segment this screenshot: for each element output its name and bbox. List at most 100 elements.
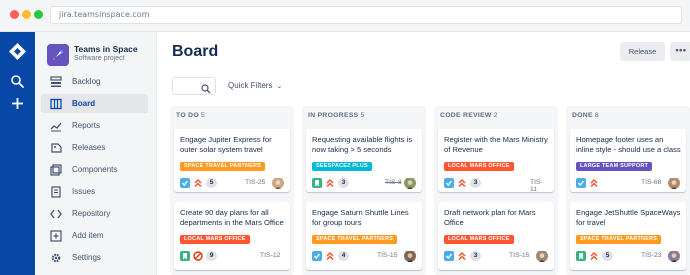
assignee-avatar[interactable] <box>404 250 416 262</box>
story-points-badge: 4 <box>338 251 349 261</box>
sidebar-item-settings[interactable]: Settings <box>41 248 148 267</box>
reports-icon <box>50 120 62 132</box>
assignee-avatar[interactable] <box>404 177 416 189</box>
column-header: TO DO 5 <box>176 112 205 119</box>
priority-high-icon <box>457 251 467 261</box>
sidebar-item-label: Backlog <box>72 77 101 86</box>
board-icon <box>50 98 62 110</box>
search-icon[interactable] <box>10 74 25 89</box>
create-plus-icon[interactable] <box>10 96 25 111</box>
column-name: IN PROGRESS <box>308 112 359 119</box>
issue-key[interactable]: TIS-15 <box>509 252 529 259</box>
sidebar-item-components[interactable]: Components <box>41 160 148 179</box>
assignee-avatar[interactable] <box>668 177 680 189</box>
address-bar[interactable]: jira.teamsinspace.com <box>50 6 682 24</box>
issue-key-resolved[interactable]: TIS-8 <box>385 179 402 186</box>
project-avatar-rocket-icon[interactable] <box>47 44 69 66</box>
project-name[interactable]: Teams in Space <box>74 44 138 54</box>
issue-card[interactable]: Homepage footer uses an inline style - s… <box>570 129 686 192</box>
browser-chrome: jira.teamsinspace.com <box>0 0 690 32</box>
sidebar-item-label: Add item <box>72 231 104 240</box>
column-name: CODE REVIEW <box>440 112 492 119</box>
task-checkbox-icon <box>312 251 322 261</box>
story-points-badge: 3 <box>470 251 481 261</box>
sidebar-item-label: Releases <box>72 143 106 152</box>
card-footer: 3 TIS-11 <box>444 178 548 193</box>
priority-high-icon <box>325 178 335 188</box>
quick-filters-label: Quick Filters <box>228 81 273 90</box>
card-title: Draft network plan for Mars Office <box>444 208 536 227</box>
sidebar-item-backlog[interactable]: Backlog <box>41 72 148 91</box>
epic-label: SEESPACEZ PLUS <box>312 162 372 171</box>
task-checkbox-icon <box>576 178 586 188</box>
sidebar-item-label: Board <box>72 99 96 108</box>
epic-label: LARGE TEAM SUPPORT <box>576 162 653 171</box>
card-footer: 3 TIS-15 <box>444 251 548 263</box>
story-points-badge: 5 <box>206 178 217 188</box>
sidebar-item-label: Repository <box>72 209 111 218</box>
sidebar-item-add-item[interactable]: Add item <box>41 226 148 245</box>
board-search-input[interactable] <box>172 77 216 95</box>
quick-filters-dropdown[interactable]: Quick Filters ⌄ <box>228 81 282 90</box>
settings-gear-icon <box>50 252 62 264</box>
card-title: Engage JetShuttle SpaceWays for travel <box>576 208 681 227</box>
close-window-dot[interactable] <box>10 10 19 19</box>
jira-logo-icon[interactable] <box>9 43 26 60</box>
column-header: IN PROGRESS 5 <box>308 112 365 119</box>
issue-card[interactable]: Engage Jupiter Express for outer solar s… <box>174 129 290 192</box>
issue-key[interactable]: TIS-12 <box>260 252 280 259</box>
maximize-window-dot[interactable] <box>34 10 43 19</box>
priority-high-icon <box>589 251 599 261</box>
card-title: Register with the Mars Ministry of Reven… <box>444 135 548 154</box>
story-bookmark-icon <box>312 178 322 188</box>
column-to-do: TO DO 5 Engage Jupiter Express for outer … <box>170 106 294 275</box>
issues-icon <box>50 185 62 198</box>
story-points-badge: 3 <box>338 178 349 188</box>
story-bookmark-icon <box>576 251 586 261</box>
card-footer: 4 TIS-15 <box>312 251 416 263</box>
column-done: DONE 8 Homepage footer uses an inline sty… <box>566 106 690 275</box>
card-title: Create 90 day plans for all departments … <box>180 208 284 227</box>
project-type: Software project <box>74 55 125 62</box>
add-item-icon <box>50 229 62 242</box>
sidebar-item-reports[interactable]: Reports <box>41 116 148 135</box>
priority-high-icon <box>589 178 599 188</box>
column-in-progress: IN PROGRESS 5 Requesting available flight… <box>302 106 426 275</box>
issue-key[interactable]: TIS-68 <box>641 179 661 186</box>
issue-card[interactable]: Draft network plan for Mars Office LOCAL… <box>438 202 554 270</box>
issue-key[interactable]: TIS-11 <box>530 179 548 193</box>
issue-key[interactable]: TIS-23 <box>641 252 661 259</box>
release-button[interactable]: Release <box>620 42 665 61</box>
priority-high-icon <box>193 178 203 188</box>
issue-card[interactable]: Create 90 day plans for all departments … <box>174 202 290 270</box>
issue-key[interactable]: TIS-15 <box>377 252 397 259</box>
card-footer: 5 TIS-23 <box>576 251 680 263</box>
column-code-review: CODE REVIEW 2 Register with the Mars Mini… <box>434 106 558 275</box>
column-count: 8 <box>594 112 599 119</box>
issue-card[interactable]: Engage Saturn Shuttle Lines for group to… <box>306 202 422 270</box>
chevron-down-icon: ⌄ <box>276 83 283 90</box>
assignee-avatar[interactable] <box>668 250 680 262</box>
sidebar-item-issues[interactable]: Issues <box>41 182 148 201</box>
minimize-window-dot[interactable] <box>22 10 31 19</box>
page-title: Board <box>172 43 219 60</box>
components-icon <box>50 163 62 176</box>
issue-card[interactable]: Register with the Mars Ministry of Reven… <box>438 129 554 193</box>
sidebar-item-board[interactable]: Board <box>41 94 148 113</box>
issue-card[interactable]: Requesting available flights is now taki… <box>306 129 422 192</box>
assignee-avatar[interactable] <box>536 250 548 262</box>
sidebar-item-repository[interactable]: Repository <box>41 204 148 223</box>
assignee-avatar[interactable] <box>272 177 284 189</box>
sidebar-item-label: Reports <box>72 121 101 130</box>
issue-card[interactable]: Engage JetShuttle SpaceWays for travel S… <box>570 202 686 270</box>
epic-label: SPACE TRAVEL PARTNERS <box>180 162 266 171</box>
issue-key[interactable]: TIS-25 <box>245 179 265 186</box>
epic-label: LOCAL MARS OFFICE <box>444 162 514 171</box>
task-checkbox-icon <box>180 178 190 188</box>
sidebar-item-releases[interactable]: Releases <box>41 138 148 157</box>
releases-icon <box>50 142 62 154</box>
card-footer: 9 TIS-12 <box>180 251 284 263</box>
more-actions-button[interactable]: ••• <box>670 42 690 61</box>
project-sidebar: Teams in Space Software project Backlog … <box>35 32 157 275</box>
task-checkbox-icon <box>444 178 454 188</box>
